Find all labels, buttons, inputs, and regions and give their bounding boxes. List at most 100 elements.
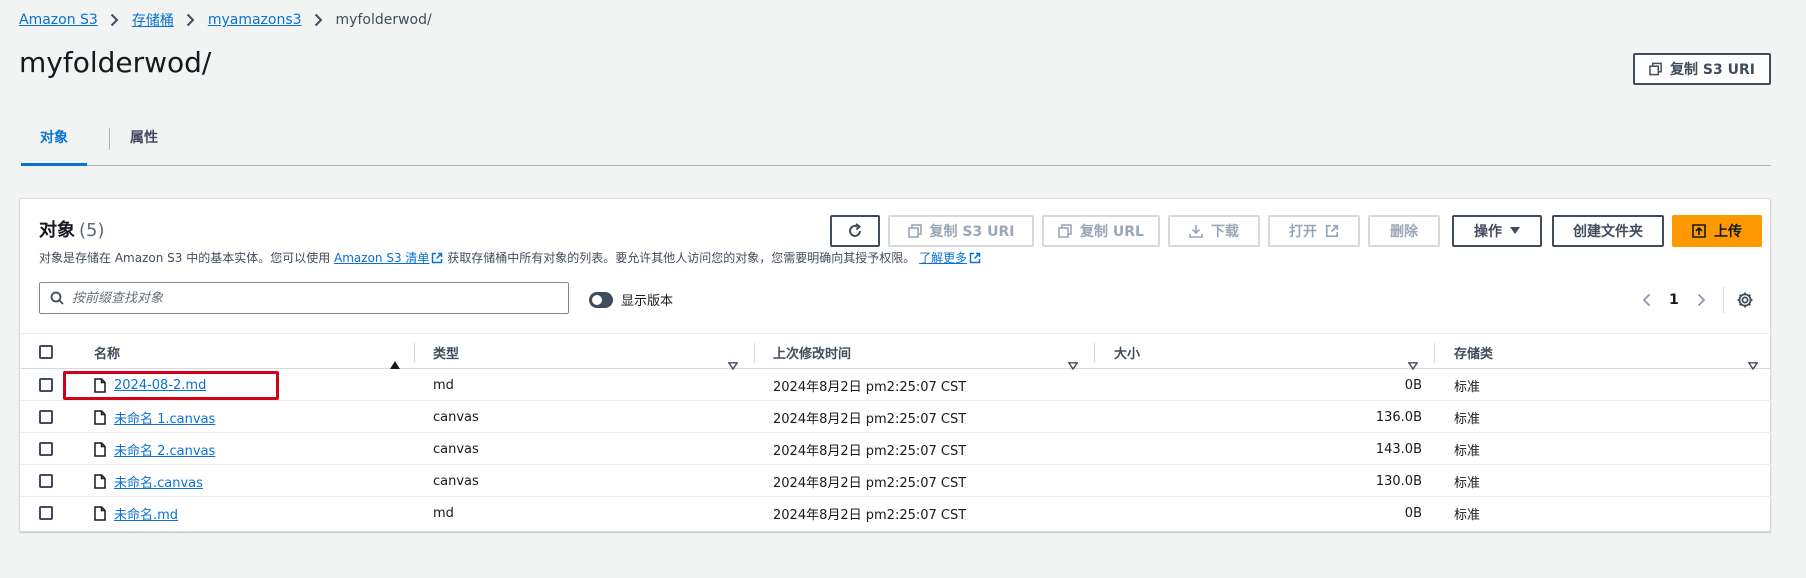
search-icon (50, 291, 64, 305)
table-header: 名称 类型 上次修改时间 大小 存储类 (21, 333, 1771, 371)
breadcrumb-current-folder: myfolderwod/ (335, 12, 432, 28)
row-checkbox[interactable] (39, 378, 53, 392)
objects-description: 对象是存储在 Amazon S3 中的基本实体。您可以使用 Amazon S3 … (39, 249, 981, 266)
external-link-icon (432, 252, 443, 264)
column-divider (1094, 343, 1095, 363)
column-divider (1434, 343, 1435, 363)
row-checkbox[interactable] (39, 474, 53, 488)
object-last-modified: 2024年8月2日 pm2:25:07 CST (773, 411, 967, 427)
create-folder-label: 创建文件夹 (1573, 224, 1643, 240)
toolbar-copy-s3-uri-button[interactable]: 复制 S3 URI (888, 215, 1034, 247)
object-last-modified: 2024年8月2日 pm2:25:07 CST (773, 443, 967, 459)
row-checkbox[interactable] (39, 442, 53, 456)
object-name-link[interactable]: 2024-08-2.md (114, 378, 206, 393)
objects-table: 名称 类型 上次修改时间 大小 存储类 2024-08-2.md md 2024… (21, 333, 1771, 529)
column-header-last-modified[interactable]: 上次修改时间 (773, 334, 851, 370)
chevron-right-icon (174, 12, 208, 28)
pagination: 1 (1635, 287, 1756, 313)
caret-down-icon (1510, 227, 1520, 234)
chevron-right-icon (98, 12, 132, 28)
object-name-link[interactable]: 未命名 1.canvas (114, 408, 215, 427)
object-last-modified: 2024年8月2日 pm2:25:07 CST (773, 507, 967, 523)
external-link-icon (969, 252, 981, 264)
file-icon (94, 473, 106, 489)
chevron-left-icon (1642, 293, 1650, 307)
s3-inventory-link[interactable]: Amazon S3 清单 (334, 251, 429, 265)
column-header-size[interactable]: 大小 (1114, 334, 1140, 370)
tab-objects[interactable]: 对象 (21, 118, 87, 166)
object-type: canvas (433, 473, 479, 489)
copy-url-button[interactable]: 复制 URL (1042, 215, 1160, 247)
copy-icon (907, 224, 922, 238)
upload-button[interactable]: 上传 (1672, 215, 1762, 247)
download-button[interactable]: 下载 (1168, 215, 1260, 247)
show-versions-label: 显示版本 (621, 294, 674, 309)
current-page-number[interactable]: 1 (1669, 292, 1679, 308)
objects-heading: 对象 (5) (39, 216, 105, 242)
object-size: 0B (1404, 505, 1422, 521)
object-storage-class: 标准 (1454, 475, 1481, 491)
breadcrumb-amazon-s3[interactable]: Amazon S3 (19, 12, 98, 28)
description-text-1: 对象是存储在 Amazon S3 中的基本实体。您可以使用 (39, 251, 331, 265)
row-checkbox[interactable] (39, 410, 53, 424)
file-icon (94, 505, 106, 521)
column-divider (414, 343, 415, 363)
show-versions-control: 显示版本 (589, 290, 673, 309)
download-label: 下载 (1211, 224, 1239, 240)
tab-properties[interactable]: 属性 (111, 118, 177, 166)
object-name-link[interactable]: 未命名 2.canvas (114, 440, 215, 459)
object-storage-class: 标准 (1454, 411, 1481, 427)
table-row: 2024-08-2.md md 2024年8月2日 pm2:25:07 CST … (21, 369, 1771, 401)
select-all-checkbox[interactable] (39, 345, 53, 359)
refresh-icon (849, 223, 862, 237)
refresh-button[interactable] (830, 215, 880, 247)
row-checkbox[interactable] (39, 506, 53, 520)
object-name-link[interactable]: 未命名.md (114, 504, 178, 523)
learn-more-link[interactable]: 了解更多 (919, 251, 967, 265)
chevron-right-icon (1698, 293, 1706, 307)
column-header-name[interactable]: 名称 (94, 334, 120, 370)
file-icon (94, 441, 106, 457)
object-storage-class: 标准 (1454, 507, 1481, 523)
object-size: 143.0B (1375, 441, 1422, 457)
tab-divider (109, 128, 110, 150)
description-text-2: 获取存储桶中所有对象的列表。要允许其他人访问您的对象，您需要明确向其授予权限。 (447, 251, 916, 265)
gear-icon (1737, 292, 1753, 308)
column-header-type[interactable]: 类型 (433, 334, 459, 370)
actions-label: 操作 (1474, 224, 1502, 240)
previous-page-button[interactable] (1635, 289, 1657, 311)
table-row: 未命名.md md 2024年8月2日 pm2:25:07 CST 0B 标准 (21, 497, 1771, 529)
object-storage-class: 标准 (1454, 379, 1481, 395)
open-button[interactable]: 打开 (1268, 215, 1360, 247)
download-icon (1189, 225, 1203, 238)
show-versions-toggle[interactable] (589, 291, 613, 308)
copy-s3-uri-button[interactable]: 复制 S3 URI (1633, 53, 1771, 85)
next-page-button[interactable] (1691, 289, 1713, 311)
upload-icon (1692, 224, 1706, 238)
copy-s3-uri-label: 复制 S3 URI (1670, 62, 1755, 78)
object-storage-class: 标准 (1454, 443, 1481, 459)
table-row: 未命名 1.canvas canvas 2024年8月2日 pm2:25:07 … (21, 401, 1771, 433)
upload-label: 上传 (1714, 224, 1742, 240)
table-row: 未命名.canvas canvas 2024年8月2日 pm2:25:07 CS… (21, 465, 1771, 497)
breadcrumb-buckets[interactable]: 存储桶 (132, 10, 174, 30)
copy-icon (1649, 62, 1662, 76)
objects-count: (5) (79, 220, 105, 241)
create-folder-button[interactable]: 创建文件夹 (1552, 215, 1664, 247)
objects-panel: 对象 (5) 对象是存储在 Amazon S3 中的基本实体。您可以使用 Amaz… (19, 198, 1771, 532)
search-input[interactable] (72, 290, 532, 306)
copy-icon (1058, 224, 1072, 238)
preferences-button[interactable] (1734, 289, 1756, 311)
copy-url-label: 复制 URL (1080, 224, 1144, 240)
object-name-link[interactable]: 未命名.canvas (114, 472, 203, 491)
column-header-storage-class[interactable]: 存储类 (1454, 334, 1493, 370)
object-type: canvas (433, 441, 479, 457)
breadcrumb-bucket[interactable]: myamazons3 (208, 12, 302, 28)
object-size: 136.0B (1375, 409, 1422, 425)
breadcrumb: Amazon S3 存储桶 myamazons3 myfolderwod/ (19, 10, 432, 30)
file-icon (94, 377, 106, 393)
actions-dropdown-button[interactable]: 操作 (1452, 215, 1542, 247)
delete-button[interactable]: 删除 (1368, 215, 1440, 247)
pagination-divider (1722, 287, 1724, 313)
copy-s3-uri-toolbar-label: 复制 S3 URI (929, 224, 1015, 240)
